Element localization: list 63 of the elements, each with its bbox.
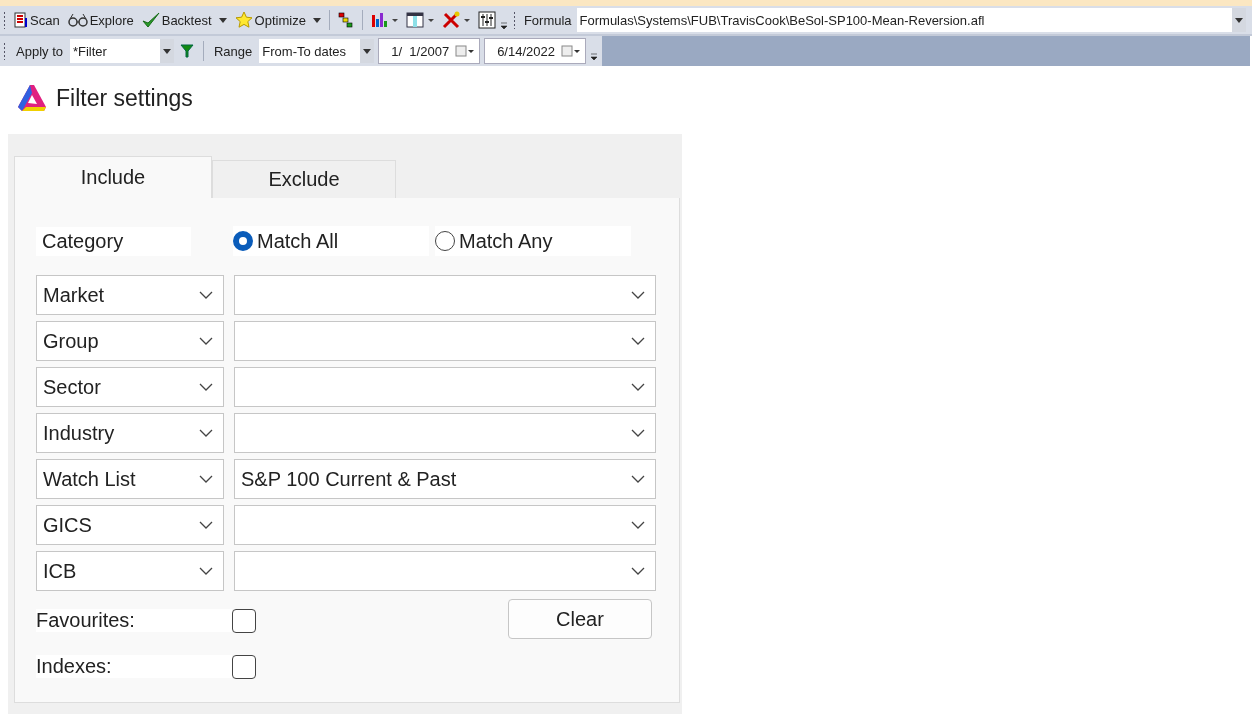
date-picker[interactable]: 6/14/2022 bbox=[484, 38, 586, 64]
chevron-icon bbox=[631, 521, 645, 529]
caret-icon bbox=[1235, 17, 1243, 23]
chevron-icon bbox=[199, 521, 213, 529]
caret-icon bbox=[363, 48, 372, 54]
range-dropdown[interactable]: From-To dates bbox=[259, 39, 375, 63]
caret-icon bbox=[163, 48, 171, 54]
checkbox-label: Indexes: bbox=[36, 655, 232, 678]
table-icon[interactable] bbox=[405, 11, 436, 29]
checkbox-label: Favourites: bbox=[36, 609, 232, 632]
sliders-icon[interactable] bbox=[477, 11, 496, 29]
filter-icon[interactable] bbox=[180, 44, 194, 58]
overflow-icon[interactable] bbox=[499, 20, 508, 30]
overflow-icon[interactable] bbox=[589, 51, 598, 61]
apply-to-label: Apply to bbox=[15, 43, 64, 59]
tab[interactable]: Exclude bbox=[212, 160, 396, 198]
chevron-icon bbox=[199, 337, 213, 345]
optimize-button[interactable]: Optimize bbox=[231, 7, 324, 33]
radio-option[interactable]: Match All bbox=[233, 226, 429, 256]
chevron-icon bbox=[631, 337, 645, 345]
range-label: Range bbox=[213, 43, 254, 59]
blocks-icon[interactable] bbox=[336, 11, 355, 29]
tools-icon[interactable] bbox=[441, 11, 472, 29]
clear-button[interactable]: Clear bbox=[508, 599, 652, 639]
chevron-icon bbox=[199, 567, 213, 575]
radio-option[interactable]: Match Any bbox=[435, 226, 631, 256]
field-dropdown[interactable]: Industry bbox=[36, 413, 224, 453]
calendar-icon bbox=[560, 45, 581, 57]
checkmark-icon bbox=[141, 12, 160, 28]
chevron-icon bbox=[631, 475, 645, 483]
formula-dropdown[interactable]: Formulas\Systems\FUB\TravisCook\BeSol-SP100-Mean-Reversion.afl bbox=[576, 8, 1246, 32]
bar-chart-icon[interactable] bbox=[369, 11, 400, 29]
backtest-button[interactable]: Backtest bbox=[138, 7, 230, 33]
calendar-icon bbox=[455, 45, 476, 57]
field-dropdown[interactable]: GICS bbox=[36, 505, 224, 545]
glasses-icon bbox=[67, 13, 88, 27]
checkbox[interactable] bbox=[232, 654, 256, 679]
field-dropdown[interactable]: ICB bbox=[36, 551, 224, 591]
checkbox[interactable] bbox=[232, 608, 256, 633]
formula-label: Formula bbox=[522, 12, 573, 28]
field-dropdown[interactable]: Watch List bbox=[36, 459, 224, 499]
chevron-icon bbox=[631, 291, 645, 299]
chevron-icon bbox=[199, 291, 213, 299]
apply-to-dropdown[interactable]: *Filter bbox=[70, 39, 174, 63]
list-icon bbox=[14, 12, 28, 28]
logo-icon bbox=[16, 83, 48, 113]
star-icon bbox=[234, 11, 253, 29]
tab[interactable]: Include bbox=[14, 156, 212, 198]
chevron-icon bbox=[199, 475, 213, 483]
chevron-icon bbox=[199, 383, 213, 391]
category-label: Category bbox=[36, 226, 191, 256]
explore-button[interactable]: Explore bbox=[64, 7, 137, 33]
value-dropdown[interactable]: S&P 100 Current & Past bbox=[234, 459, 656, 499]
field-dropdown[interactable]: Market bbox=[36, 275, 224, 315]
chevron-icon bbox=[631, 383, 645, 391]
chevron-icon bbox=[199, 429, 213, 437]
field-dropdown[interactable]: Group bbox=[36, 321, 224, 361]
field-dropdown[interactable]: Sector bbox=[36, 367, 224, 407]
page-title: Filter settings bbox=[56, 84, 193, 112]
chevron-icon bbox=[631, 567, 645, 575]
scan-button[interactable]: Scan bbox=[11, 7, 63, 33]
date-picker[interactable]: 1/ 1/2007 bbox=[378, 38, 481, 64]
chevron-icon bbox=[631, 429, 645, 437]
